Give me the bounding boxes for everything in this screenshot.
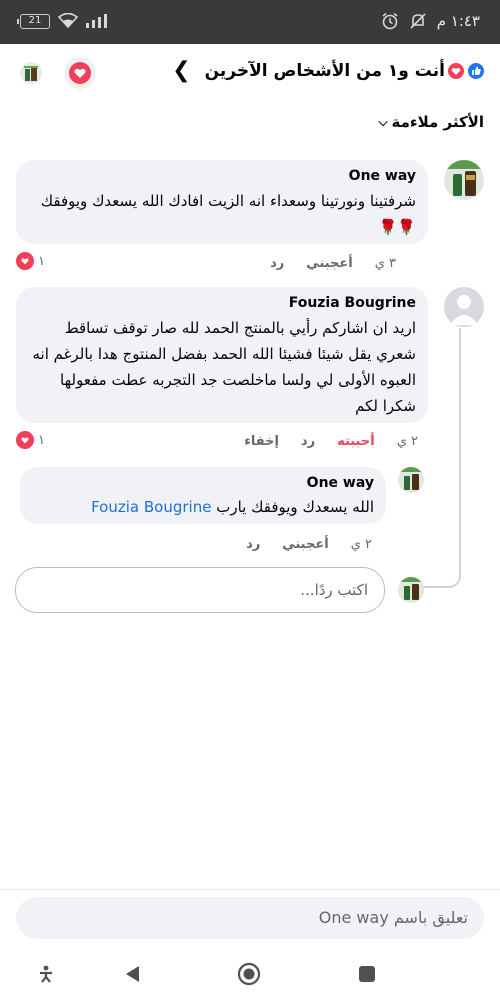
- accessibility-icon[interactable]: [34, 962, 58, 986]
- reactions-summary[interactable]: أنت و١ من الأشخاص الآخرين ❯: [172, 58, 486, 83]
- like-button[interactable]: أعجبني: [282, 537, 328, 552]
- reply-bubble[interactable]: One way الله يسعدك ويوفقك يارب Fouzia Bo…: [20, 467, 386, 524]
- reaction-icons: [446, 60, 486, 81]
- alarm-icon: [382, 12, 398, 30]
- comment-input-placeholder: تعليق باسم One way: [318, 908, 468, 927]
- chevron-right-icon[interactable]: ❯: [172, 58, 190, 83]
- divider: [0, 889, 500, 890]
- reply-input-placeholder: اكتب ردًا...: [300, 581, 368, 599]
- comment-text: اريد ان اشاركم رأيي بالمنتج الحمد لله صا…: [32, 319, 416, 415]
- reply-button[interactable]: رد: [246, 537, 260, 552]
- heart-icon: [16, 431, 34, 449]
- wifi-icon: [58, 13, 78, 29]
- header: أنت و١ من الأشخاص الآخرين ❯: [0, 44, 500, 100]
- sort-selector[interactable]: الأكثر ملاءمة ⌵: [378, 113, 484, 131]
- comment-actions: ٢ ي أحببته رد إخفاء: [244, 434, 418, 449]
- comment-text: شرفتينا ونورتينا وسعداء انه الزيت افادك …: [40, 192, 416, 236]
- avatar[interactable]: [444, 287, 484, 327]
- comment-author[interactable]: One way: [28, 168, 416, 184]
- back-icon[interactable]: [121, 962, 145, 986]
- avatar: [398, 577, 424, 603]
- reaction-count[interactable]: ١: [16, 252, 45, 270]
- comment-time: ٣ ي: [374, 256, 396, 271]
- reply-author[interactable]: One way: [32, 475, 374, 491]
- battery-level: 21: [28, 14, 42, 26]
- sort-label: الأكثر ملاءمة: [391, 113, 484, 131]
- page-avatar[interactable]: [20, 62, 42, 84]
- status-right: ١:٤٣ م: [381, 12, 480, 30]
- reply-time: ٢ ي: [350, 537, 372, 552]
- page-title: أنت و١ من الأشخاص الآخرين: [204, 60, 445, 81]
- status-bar: 21 ١:٤٣ م: [0, 0, 500, 44]
- reply-actions: ٢ ي أعجبني رد: [246, 537, 372, 552]
- reply-button[interactable]: رد: [301, 434, 315, 449]
- reply-button[interactable]: رد: [270, 256, 284, 271]
- like-button[interactable]: أحببته: [337, 434, 375, 449]
- battery-icon: 21: [17, 13, 50, 29]
- status-time: ١:٤٣ م: [436, 12, 480, 30]
- mute-icon: [410, 13, 426, 29]
- chevron-down-icon: ⌵: [378, 114, 388, 129]
- comment-actions: ٣ ي أعجبني رد: [270, 256, 396, 271]
- heart-icon: [69, 62, 91, 84]
- love-reaction-button[interactable]: [64, 57, 96, 89]
- heart-icon: [16, 252, 34, 270]
- comment-time: ٢ ي: [396, 434, 418, 449]
- status-left: 21: [17, 13, 112, 29]
- navigation-bar: [0, 948, 500, 1000]
- like-icon: [466, 60, 486, 81]
- comment-bubble[interactable]: Fouzia Bougrine اريد ان اشاركم رأيي بالم…: [16, 287, 428, 423]
- comment-bubble[interactable]: One way شرفتينا ونورتينا وسعداء انه الزي…: [16, 160, 428, 244]
- hide-button[interactable]: إخفاء: [244, 434, 279, 449]
- like-button[interactable]: أعجبني: [306, 256, 352, 271]
- home-icon[interactable]: [237, 962, 261, 986]
- comment-author[interactable]: Fouzia Bougrine: [28, 295, 416, 311]
- comment-input[interactable]: تعليق باسم One way: [16, 897, 484, 939]
- reaction-count-value: ١: [38, 253, 45, 269]
- avatar[interactable]: [444, 160, 484, 200]
- love-icon: [446, 60, 466, 81]
- reply-text-body: الله يسعدك ويوفقك يارب: [216, 498, 374, 516]
- reply-input[interactable]: اكتب ردًا...: [15, 567, 385, 613]
- recents-icon[interactable]: [355, 962, 379, 986]
- signal-icon: [86, 14, 107, 28]
- reply-text: الله يسعدك ويوفقك يارب Fouzia Bougrine: [32, 495, 374, 519]
- avatar[interactable]: [398, 467, 424, 493]
- mention-link[interactable]: Fouzia Bougrine: [91, 498, 211, 516]
- reaction-count-value: ١: [38, 432, 45, 448]
- reaction-count[interactable]: ١: [16, 431, 45, 449]
